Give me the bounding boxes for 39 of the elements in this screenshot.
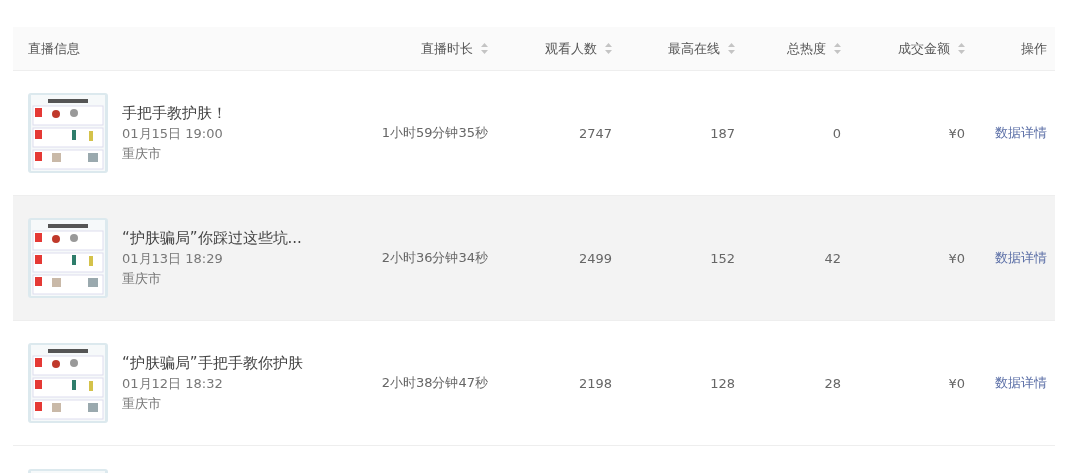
- sort-icon[interactable]: [958, 43, 965, 54]
- sort-icon[interactable]: [728, 43, 735, 54]
- column-header[interactable]: 成交金额: [898, 39, 965, 58]
- column-header[interactable]: 观看人数: [545, 39, 612, 58]
- table-cell: 28: [824, 375, 841, 391]
- live-title: 手把手教护肤！: [122, 103, 227, 123]
- live-title: “护肤骗局”你踩过这些坑...: [122, 228, 302, 248]
- table-cell: 2小时38分钟47秒: [381, 374, 488, 392]
- details-link[interactable]: 数据详情: [995, 374, 1047, 392]
- column-header[interactable]: 直播时长: [421, 39, 488, 58]
- city-label: 重庆市: [122, 269, 162, 288]
- live-time: 01月15日 19:00: [122, 124, 224, 143]
- table-cell: 2747: [578, 125, 612, 141]
- column-header[interactable]: 最高在线: [668, 39, 735, 58]
- table-cell: 0: [832, 125, 841, 141]
- table-cell: 2小时36分钟34秒: [381, 249, 488, 267]
- sort-icon[interactable]: [481, 43, 488, 54]
- table-cell: 128: [710, 375, 735, 391]
- live-time: 01月13日 18:29: [122, 249, 224, 268]
- city-label: 重庆市: [122, 394, 162, 413]
- details-link[interactable]: 数据详情: [995, 249, 1047, 267]
- column-header: 直播信息: [28, 39, 80, 58]
- table-cell: 42: [824, 250, 841, 266]
- table-cell: 1小时59分钟35秒: [381, 124, 488, 142]
- sort-icon[interactable]: [605, 43, 612, 54]
- table-cell: 2499: [578, 250, 612, 266]
- live-title: “护肤骗局”手把手教你护肤: [122, 353, 303, 373]
- column-header[interactable]: 总热度: [787, 39, 841, 58]
- column-header: 操作: [1021, 39, 1047, 58]
- table-cell: ¥0: [948, 125, 965, 141]
- table-cell: ¥0: [948, 375, 965, 391]
- city-label: 重庆市: [122, 144, 162, 163]
- table-cell: 152: [710, 250, 735, 266]
- table-cell: 2198: [578, 375, 612, 391]
- table-cell: ¥0: [948, 250, 965, 266]
- table-cell: 187: [710, 125, 735, 141]
- live-time: 01月12日 18:32: [122, 374, 224, 393]
- sort-icon[interactable]: [834, 43, 841, 54]
- details-link[interactable]: 数据详情: [995, 124, 1047, 142]
